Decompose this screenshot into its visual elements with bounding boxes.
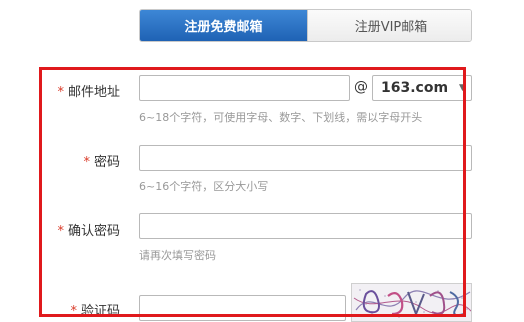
password-input[interactable] (139, 145, 472, 171)
tab-vip-email[interactable]: 注册VIP邮箱 (307, 10, 471, 41)
confirm-password-input[interactable] (139, 213, 472, 239)
captcha-label-row: * 验证码 (48, 300, 120, 319)
required-mark: * (83, 155, 90, 170)
captcha-noise-graphic (352, 284, 471, 321)
confirm-password-hint: 请再次填写密码 (139, 249, 216, 262)
at-sign: @ (354, 79, 368, 95)
tab-free-email[interactable]: 注册免费邮箱 (140, 10, 307, 41)
password-label-row: * 密码 (48, 151, 120, 170)
domain-select[interactable]: 163.com ▼ (372, 75, 472, 101)
captcha-label: 验证码 (80, 304, 120, 319)
password-hint: 6~16个字符，区分大小写 (139, 180, 269, 193)
required-mark: * (57, 224, 64, 239)
chevron-down-icon: ▼ (459, 83, 466, 93)
email-input[interactable] (139, 75, 350, 101)
confirm-label-row: * 确认密码 (48, 220, 120, 239)
email-label: 邮件地址 (67, 85, 120, 100)
email-hint: 6~18个字符，可使用字母、数字、下划线，需以字母开头 (139, 111, 423, 124)
captcha-image[interactable] (351, 283, 472, 322)
confirm-password-label: 确认密码 (67, 224, 120, 239)
email-label-row: * 邮件地址 (48, 81, 120, 100)
register-tabs: 注册免费邮箱 注册VIP邮箱 (139, 9, 472, 42)
password-label: 密码 (93, 155, 120, 170)
required-mark: * (57, 85, 64, 100)
required-mark: * (70, 304, 77, 319)
domain-value: 163.com (381, 80, 449, 96)
captcha-input[interactable] (139, 295, 346, 321)
